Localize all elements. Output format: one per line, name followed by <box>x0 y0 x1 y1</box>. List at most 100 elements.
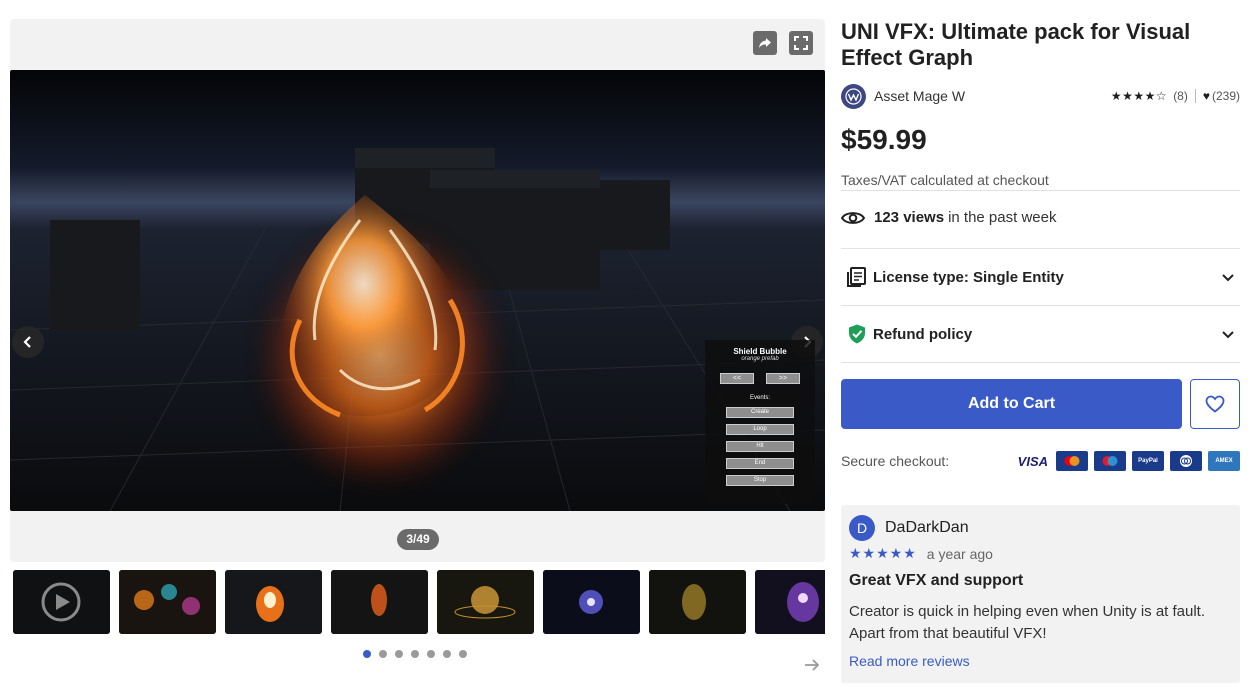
refund-accordion[interactable]: Refund policy <box>841 319 1240 349</box>
license-accordion[interactable]: License type: Single Entity <box>841 262 1240 292</box>
hud-event: Create <box>726 407 794 418</box>
secure-checkout-label: Secure checkout: <box>841 453 950 469</box>
divider <box>841 248 1240 249</box>
thumbnail-image <box>119 570 216 634</box>
eye-icon <box>841 211 865 224</box>
license-label: License type: Single Entity <box>873 268 1064 286</box>
fullscreen-icon <box>794 36 808 50</box>
pagination-dot[interactable] <box>427 650 435 658</box>
chevron-left-icon <box>23 336 31 348</box>
publisher-logo-icon <box>845 87 862 105</box>
divider <box>841 190 1240 191</box>
hud-nav: << >> <box>705 373 815 384</box>
payment-methods: VISA PayPal AMEX <box>1018 451 1240 471</box>
views-count: 123 views <box>874 209 945 226</box>
prev-image-button[interactable] <box>12 326 44 358</box>
wishlist-button[interactable] <box>1190 379 1240 429</box>
refund-label: Refund policy <box>873 325 973 343</box>
divider <box>841 362 1240 363</box>
views-suffix: in the past week <box>948 209 1057 226</box>
thumbnail[interactable] <box>649 570 746 634</box>
rating-summary: ★★★★☆ (8) ♥ (239) <box>1111 89 1240 103</box>
hud-event: Loop <box>726 424 794 435</box>
pagination-dot[interactable] <box>379 650 387 658</box>
product-title: UNI VFX: Ultimate pack for Visual Effect… <box>841 19 1191 70</box>
image-counter: 3/49 <box>397 529 439 550</box>
publisher-logo[interactable] <box>841 83 866 109</box>
review-header: D DaDarkDan <box>849 515 969 541</box>
views-stat: 123 views in the past week <box>841 209 1056 226</box>
thumbnail-selected[interactable] <box>225 570 322 634</box>
rating-count[interactable]: (8) <box>1173 89 1188 103</box>
hud-next: >> <box>766 373 800 384</box>
video-thumbnail-image <box>13 570 110 634</box>
thumbnail-image <box>437 570 534 634</box>
thumbnail[interactable] <box>755 570 825 634</box>
demo-hud-panel: Shield Bubble orange prefab << >> Events… <box>705 340 815 504</box>
pagination-dot[interactable] <box>443 650 451 658</box>
pagination-dot[interactable] <box>459 650 467 658</box>
hud-prev: << <box>720 373 754 384</box>
read-more-reviews-link[interactable]: Read more reviews <box>849 653 970 669</box>
amex-icon: AMEX <box>1208 451 1240 471</box>
maestro-icon <box>1094 451 1126 471</box>
chevron-down-icon <box>1222 274 1234 282</box>
divider <box>841 305 1240 306</box>
thumbnail[interactable] <box>119 570 216 634</box>
thumbnail-pagination <box>363 650 467 658</box>
product-details: UNI VFX: Ultimate pack for Visual Effect… <box>841 19 1240 683</box>
review-title: Great VFX and support <box>849 572 1024 589</box>
thumbnail-image <box>225 570 322 634</box>
fullscreen-button[interactable] <box>789 31 813 55</box>
hud-event: Stop <box>726 475 794 486</box>
arrow-right-icon[interactable] <box>802 655 822 675</box>
media-gallery: Shield Bubble orange prefab << >> Events… <box>10 19 825 562</box>
main-preview-image[interactable]: Shield Bubble orange prefab << >> Events… <box>10 70 825 511</box>
gallery-tools <box>753 31 813 55</box>
rating-stars[interactable]: ★★★★☆ <box>1111 89 1167 103</box>
pagination-dot[interactable] <box>395 650 403 658</box>
hud-subtitle: orange prefab <box>741 356 779 362</box>
review-meta: ★★★★★ a year ago <box>849 545 993 562</box>
thumbnail-image <box>543 570 640 634</box>
pagination-dot[interactable] <box>411 650 419 658</box>
thumbnail-image <box>331 570 428 634</box>
review-author: DaDarkDan <box>885 519 969 536</box>
avatar: D <box>849 515 875 541</box>
thumbnail[interactable] <box>331 570 428 634</box>
thumbnail-strip <box>13 570 825 634</box>
chevron-down-icon <box>1222 331 1234 339</box>
hud-title: Shield Bubble <box>733 347 787 356</box>
thumbnail[interactable] <box>437 570 534 634</box>
license-icon <box>847 267 866 287</box>
thumbnail-image <box>649 570 746 634</box>
review-time: a year ago <box>926 545 993 562</box>
thumbnail-video[interactable] <box>13 570 110 634</box>
hud-events-label: Events: <box>749 395 770 401</box>
diners-icon <box>1170 451 1202 471</box>
publisher-row: Asset Mage W ★★★★☆ (8) ♥ (239) <box>841 83 1240 109</box>
heart-icon: ♥ <box>1202 89 1210 103</box>
favorite-count: (239) <box>1211 89 1240 103</box>
paypal-icon: PayPal <box>1132 451 1164 471</box>
hud-event: End <box>726 458 794 469</box>
shield-bubble-render <box>10 70 825 511</box>
heart-outline-icon <box>1205 395 1225 413</box>
shield-check-icon <box>849 324 865 344</box>
tax-note: Taxes/VAT calculated at checkout <box>841 172 1049 188</box>
pagination-dot[interactable] <box>363 650 371 658</box>
add-to-cart-button[interactable]: Add to Cart <box>841 379 1182 429</box>
review-body: Creator is quick in helping even when Un… <box>849 603 1206 642</box>
review-stars: ★★★★★ <box>849 545 917 561</box>
divider <box>1194 89 1196 103</box>
price: $59.99 <box>841 124 927 155</box>
thumbnail[interactable] <box>543 570 640 634</box>
thumbnail-image <box>755 570 825 634</box>
review-card: D DaDarkDan ★★★★★ a year ago Great VFX a… <box>841 505 1240 683</box>
publisher-name[interactable]: Asset Mage W <box>874 88 965 104</box>
share-button[interactable] <box>753 31 777 55</box>
visa-icon: VISA <box>1017 453 1048 469</box>
share-icon <box>759 38 771 48</box>
mastercard-icon <box>1056 451 1088 471</box>
hud-event: Hit <box>726 441 794 452</box>
